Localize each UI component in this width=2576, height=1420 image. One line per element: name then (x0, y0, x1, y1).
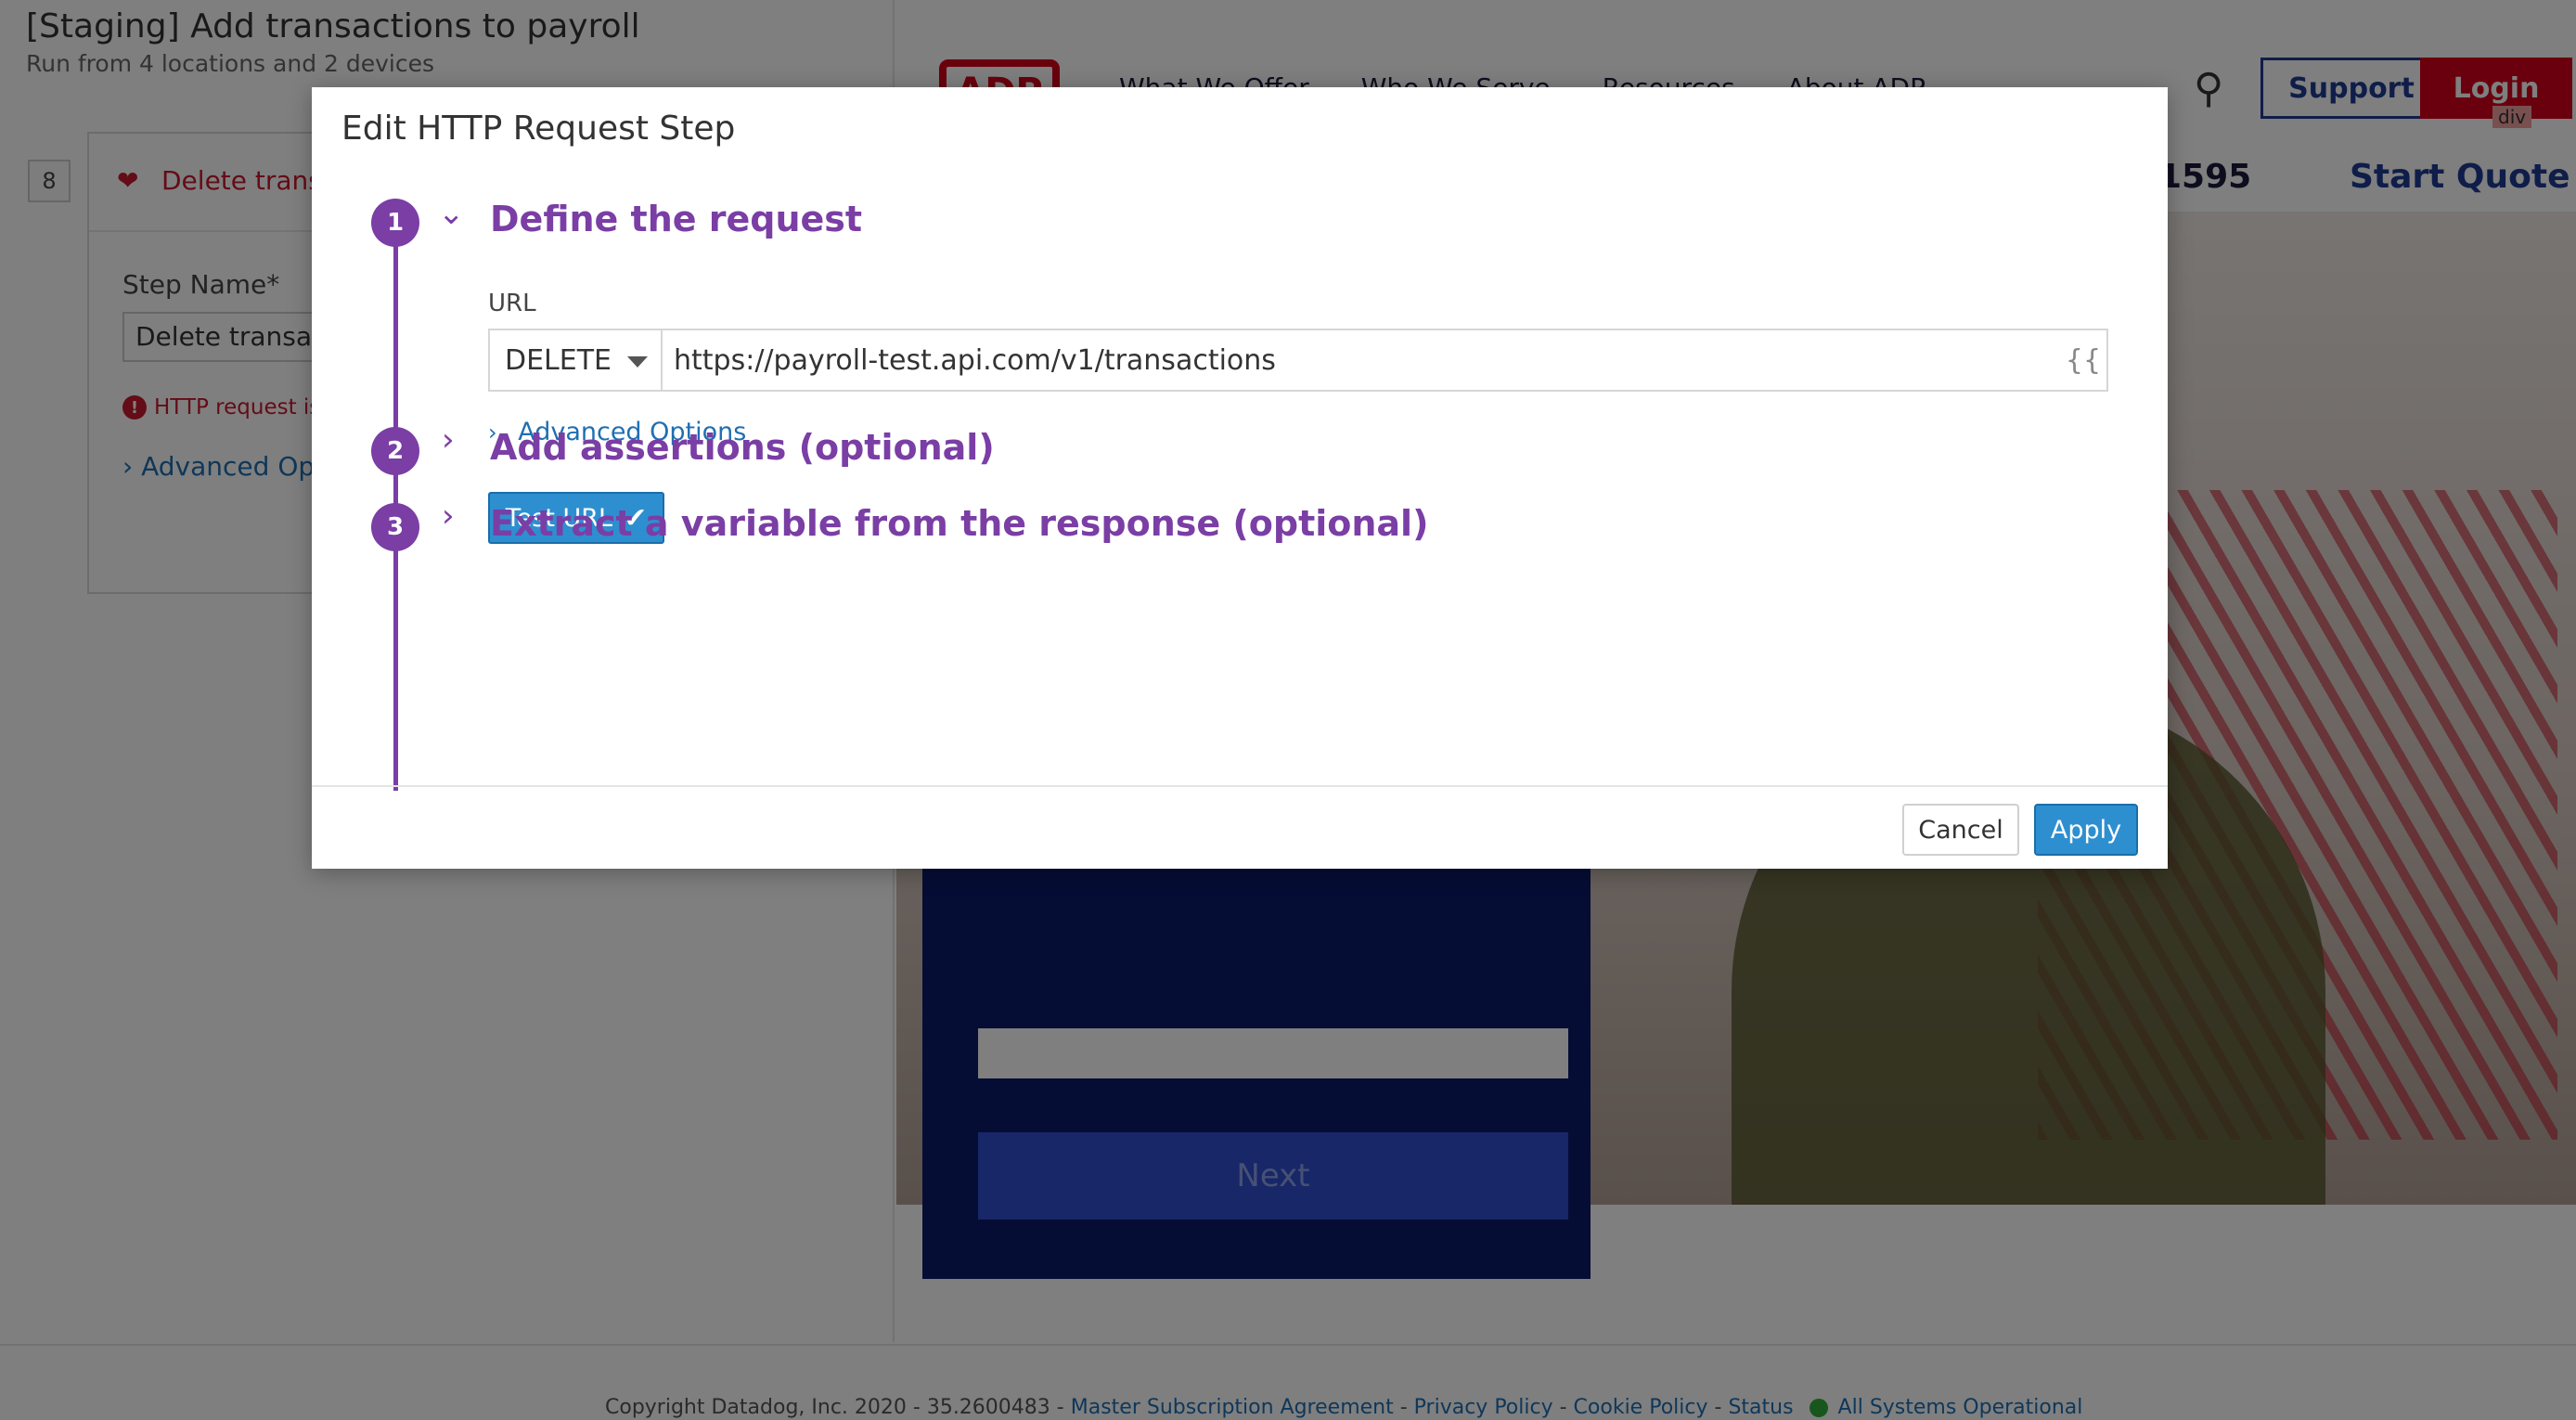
http-method-value: DELETE (505, 343, 612, 377)
url-field-group: DELETE https://payroll-test.api.com/v1/t… (488, 329, 2108, 392)
http-method-select[interactable]: DELETE (490, 330, 663, 390)
url-label: URL (488, 290, 536, 317)
modal-footer-divider (312, 785, 2168, 787)
modal-title: Edit HTTP Request Step (341, 110, 736, 148)
apply-button[interactable]: Apply (2034, 804, 2138, 856)
chevron-down-icon[interactable]: ⌄ (438, 195, 465, 232)
caret-down-icon (627, 356, 648, 368)
step-2-circle: 2 (371, 427, 419, 475)
step-3-circle: 3 (371, 503, 419, 551)
edit-http-request-modal: Edit HTTP Request Step 1 ⌄ Define the re… (312, 87, 2168, 869)
variable-insert-icon[interactable]: {{ (2060, 344, 2106, 377)
step-1-circle: 1 (371, 199, 419, 247)
section-extract-variable[interactable]: Extract a variable from the response (op… (490, 503, 1428, 544)
url-input[interactable]: https://payroll-test.api.com/v1/transact… (663, 344, 2060, 377)
cancel-button[interactable]: Cancel (1902, 804, 2019, 856)
chevron-right-icon[interactable]: › (442, 421, 455, 458)
section-define-request[interactable]: Define the request (490, 199, 862, 239)
section-add-assertions[interactable]: Add assertions (optional) (490, 427, 995, 468)
chevron-right-icon[interactable]: › (442, 497, 455, 535)
